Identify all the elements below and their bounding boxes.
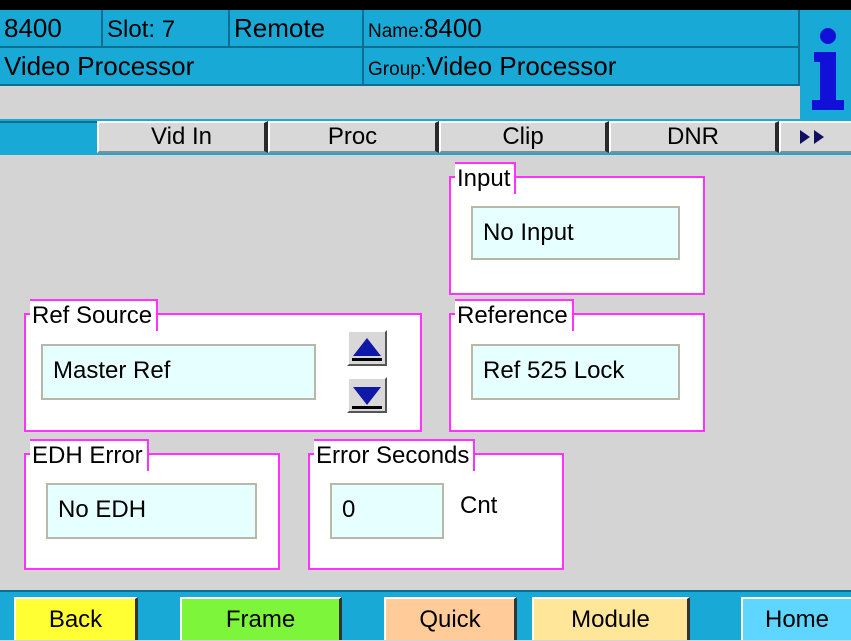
error-seconds-unit: Cnt xyxy=(460,492,498,519)
description-cell: Video Processor xyxy=(0,48,364,86)
double-right-arrow-icon[interactable] xyxy=(796,127,836,147)
up-arrow-icon xyxy=(352,338,382,361)
reference-value-field: Ref 525 Lock xyxy=(471,344,680,400)
ref-source-group: Ref Source Master Ref xyxy=(24,299,422,432)
tab-vid-in[interactable]: Vid In xyxy=(97,121,268,153)
down-arrow-icon xyxy=(352,387,382,409)
tab-dnr[interactable]: DNR xyxy=(609,121,779,153)
name-cell: Name:8400 xyxy=(364,10,800,48)
reference-group: Reference Ref 525 Lock xyxy=(449,299,705,432)
error-seconds-label: Error Seconds xyxy=(314,439,476,471)
quick-button[interactable]: Quick xyxy=(384,597,517,640)
ref-source-up-button[interactable] xyxy=(347,330,387,366)
tab-bar-spacer xyxy=(0,121,97,153)
mode-cell: Remote xyxy=(230,10,364,48)
ref-source-label: Ref Source xyxy=(30,299,159,331)
tab-more[interactable] xyxy=(779,121,851,153)
input-label: Input xyxy=(455,162,517,194)
frame-button[interactable]: Frame xyxy=(180,597,342,640)
group-cell: Group:Video Processor xyxy=(364,48,800,86)
module-button[interactable]: Module xyxy=(532,597,690,640)
top-strip xyxy=(0,0,851,10)
name-value: 8400 xyxy=(423,13,482,43)
input-value-field: No Input xyxy=(471,206,680,260)
group-prefix: Group: xyxy=(368,59,427,80)
edh-error-label: EDH Error xyxy=(30,439,149,471)
edh-error-group: EDH Error No EDH xyxy=(24,439,280,570)
model-cell: 8400 xyxy=(0,10,103,48)
tab-proc[interactable]: Proc xyxy=(268,121,439,153)
ref-source-down-button[interactable] xyxy=(347,377,387,413)
info-cell[interactable] xyxy=(800,10,851,121)
slot-cell: Slot: 7 xyxy=(103,10,230,48)
error-seconds-group: Error Seconds 0 Cnt xyxy=(308,439,564,570)
error-seconds-value-field: 0 xyxy=(330,483,444,539)
info-icon[interactable] xyxy=(800,16,851,116)
reference-label: Reference xyxy=(455,299,574,331)
name-prefix: Name: xyxy=(368,21,424,42)
edh-error-value-field: No EDH xyxy=(46,483,257,539)
group-value: Video Processor xyxy=(426,51,617,81)
ref-source-value-field: Master Ref xyxy=(41,344,316,400)
input-group: Input No Input xyxy=(449,162,705,295)
tab-clip[interactable]: Clip xyxy=(439,121,609,153)
home-button[interactable]: Home xyxy=(741,597,851,640)
back-button[interactable]: Back xyxy=(14,597,138,640)
slot-label: Slot: 7 xyxy=(107,16,176,43)
